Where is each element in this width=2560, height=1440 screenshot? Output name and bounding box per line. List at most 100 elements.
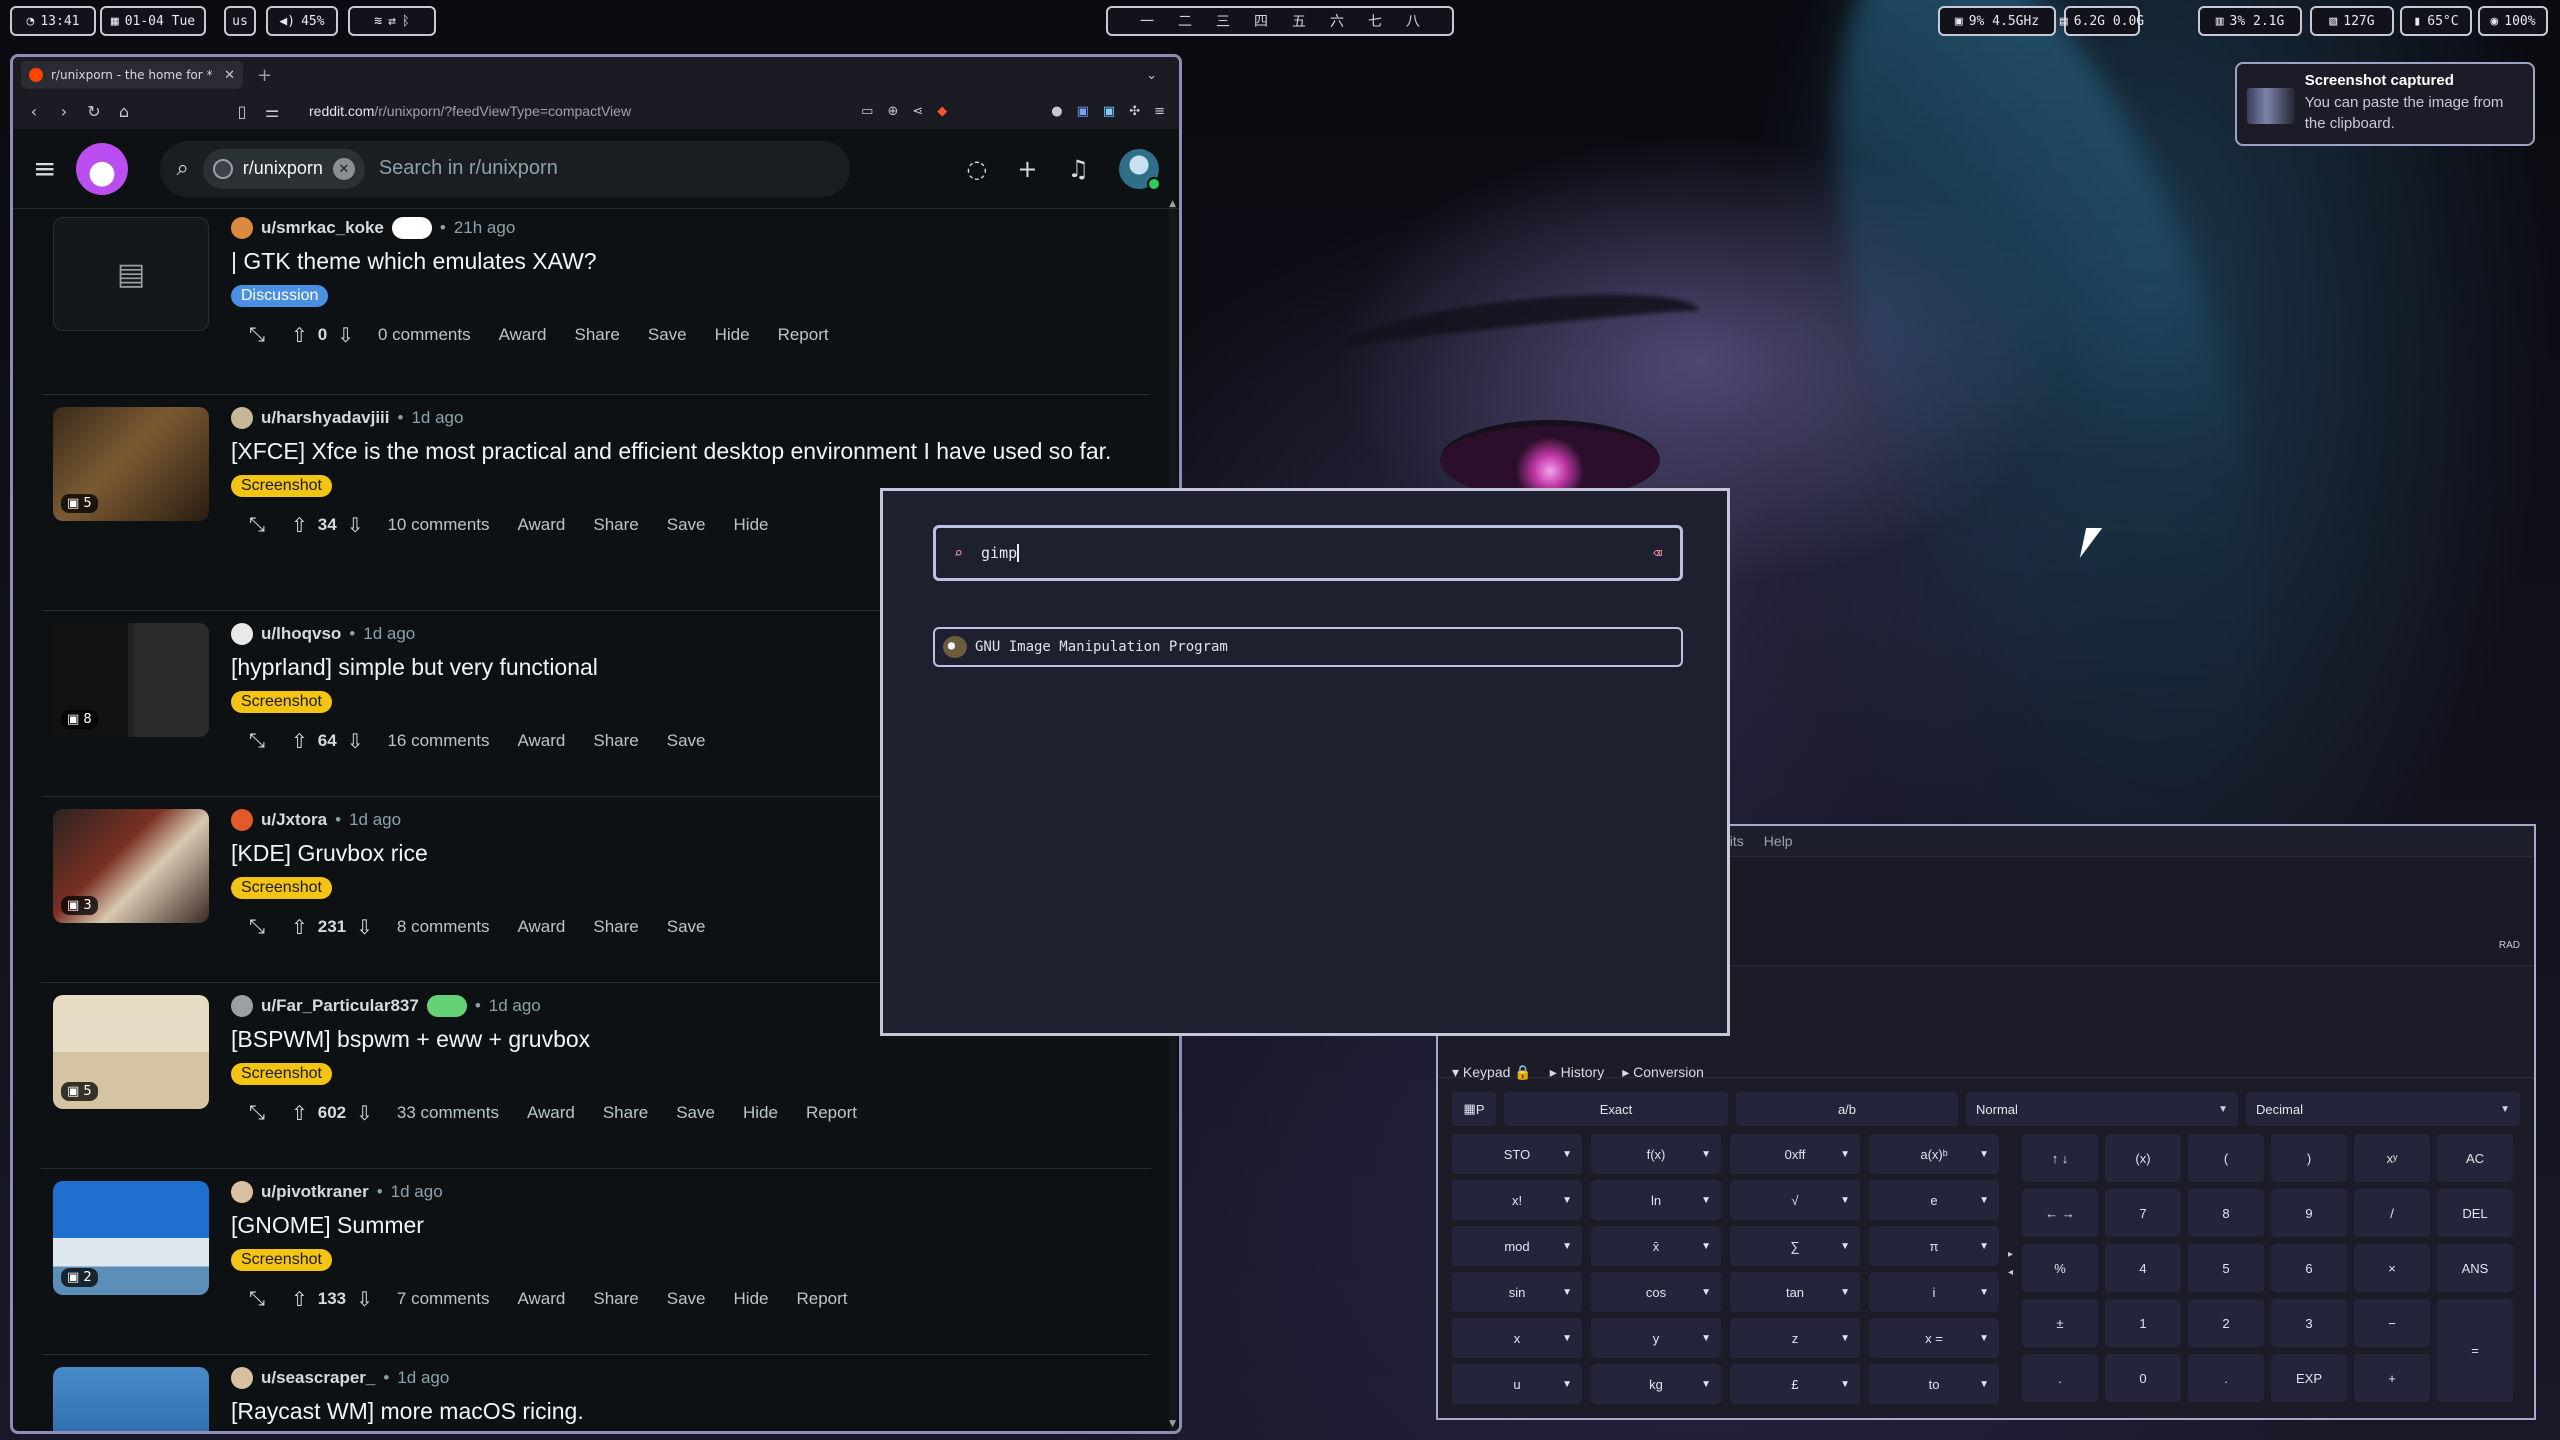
num-key[interactable]: 1: [2105, 1299, 2181, 1347]
screen-icon[interactable]: ▭: [861, 104, 873, 119]
screenshot-notification[interactable]: Screenshot captured You can paste the im…: [2235, 62, 2535, 146]
post-flair[interactable]: Screenshot: [231, 1249, 332, 1271]
exact-button[interactable]: Exact: [1504, 1092, 1728, 1126]
fn-key[interactable]: i ▼: [1869, 1272, 1999, 1312]
num-key[interactable]: ±: [2022, 1299, 2098, 1347]
chat-icon[interactable]: ◌: [966, 155, 987, 183]
upvote-icon[interactable]: ⇧: [291, 323, 308, 348]
new-tab-button[interactable]: +: [257, 65, 272, 86]
comments-button[interactable]: 33 comments: [383, 1095, 513, 1131]
workspace-6[interactable]: 六: [1330, 11, 1344, 31]
post-thumbnail[interactable]: ▣ 2: [53, 1181, 209, 1295]
expand-icon[interactable]: ⤡: [231, 1098, 281, 1129]
downvote-icon[interactable]: ⇩: [356, 1101, 373, 1126]
comments-button[interactable]: 7 comments: [383, 1281, 504, 1317]
upvote-icon[interactable]: ⇧: [291, 1287, 308, 1312]
workspace-7[interactable]: 七: [1368, 11, 1382, 31]
expand-icon[interactable]: ⤡: [231, 320, 281, 351]
equals-key[interactable]: =: [2437, 1299, 2513, 1402]
fn-key[interactable]: £ ▼: [1730, 1364, 1860, 1404]
post-author[interactable]: u/pivotkraner: [261, 1182, 369, 1202]
hide-button[interactable]: Hide: [701, 317, 764, 353]
launcher-search-input[interactable]: ⌕ gimp ⌫: [933, 525, 1683, 581]
post-item[interactable]: ▤ u/smrkac_koke • 21h ago | GTK theme whic…: [41, 209, 1151, 395]
num-key[interactable]: /: [2354, 1189, 2430, 1237]
workspace-3[interactable]: 三: [1216, 11, 1230, 31]
post-author[interactable]: u/Jxtora: [261, 810, 327, 830]
fn-key[interactable]: x̄ ▼: [1591, 1226, 1721, 1266]
user-avatar[interactable]: [231, 623, 253, 645]
save-button[interactable]: Save: [653, 909, 720, 945]
save-button[interactable]: Save: [662, 1095, 729, 1131]
share-icon[interactable]: ⋖: [912, 104, 923, 119]
post-author[interactable]: u/lhoqvso: [261, 624, 341, 644]
award-button[interactable]: Award: [504, 1281, 580, 1317]
num-key[interactable]: (x): [2105, 1134, 2181, 1182]
workspace-1[interactable]: 一: [1140, 11, 1154, 31]
post-author[interactable]: u/Far_Particular837: [261, 996, 419, 1016]
chevron-down-icon[interactable]: ⌄: [1146, 68, 1157, 83]
share-button[interactable]: Share: [579, 909, 652, 945]
display-mode-select[interactable]: Normal ▼: [1966, 1092, 2238, 1126]
memory-widget[interactable]: ▤ 6.2G 0.0G: [2060, 6, 2144, 36]
back-icon[interactable]: ‹: [27, 102, 41, 121]
hide-button[interactable]: Hide: [729, 1095, 792, 1131]
post-title[interactable]: [Raycast WM] more macOS ricing.: [231, 1397, 1151, 1425]
text-post-icon[interactable]: ▤: [53, 217, 209, 331]
fn-key[interactable]: ln ▼: [1591, 1180, 1721, 1220]
user-avatar[interactable]: [231, 995, 253, 1017]
extension-icon[interactable]: ●: [1051, 104, 1062, 119]
fn-key[interactable]: x = ▼: [1869, 1318, 1999, 1358]
num-key[interactable]: 3: [2271, 1299, 2347, 1347]
fn-key[interactable]: z ▼: [1730, 1318, 1860, 1358]
share-button[interactable]: Share: [589, 1095, 662, 1131]
search-input[interactable]: Search in r/unixporn: [379, 157, 558, 180]
fn-key[interactable]: e ▼: [1869, 1180, 1999, 1220]
expand-icon[interactable]: ⤡: [231, 912, 281, 943]
downvote-icon[interactable]: ⇩: [356, 1287, 373, 1312]
num-key[interactable]: xʸ: [2354, 1134, 2430, 1182]
temperature-widget[interactable]: ▮ 65°C: [2400, 6, 2472, 36]
comments-button[interactable]: 8 comments: [383, 909, 504, 945]
post-title[interactable]: | GTK theme which emulates XAW?: [231, 247, 1151, 275]
num-key[interactable]: ): [2271, 1134, 2347, 1182]
post-thumbnail[interactable]: ▣ 3: [53, 809, 209, 923]
section-history[interactable]: ▸ History: [1550, 1064, 1604, 1081]
share-button[interactable]: Share: [579, 1281, 652, 1317]
decimal-key[interactable]: .: [2188, 1354, 2264, 1402]
num-key[interactable]: 0: [2105, 1354, 2181, 1402]
upvote-icon[interactable]: ⇧: [291, 729, 308, 754]
answer-key[interactable]: ANS: [2437, 1244, 2513, 1292]
section-keypad[interactable]: ▾ Keypad 🔒: [1452, 1064, 1532, 1081]
save-button[interactable]: Save: [653, 723, 720, 759]
num-key[interactable]: %: [2022, 1244, 2098, 1292]
connectivity-widget[interactable]: ≋ ⇄ ᛒ: [348, 6, 436, 36]
num-key[interactable]: 4: [2105, 1244, 2181, 1292]
user-avatar[interactable]: [231, 809, 253, 831]
reload-icon[interactable]: ↻: [87, 102, 101, 121]
award-button[interactable]: Award: [513, 1095, 589, 1131]
menu-help[interactable]: Help: [1764, 833, 1793, 849]
bookmark-icon[interactable]: ▯: [235, 102, 249, 121]
bell-icon[interactable]: ♫: [1067, 155, 1089, 183]
comments-button[interactable]: 0 comments: [364, 317, 485, 353]
fraction-button[interactable]: a/b: [1736, 1092, 1958, 1126]
workspace-2[interactable]: 二: [1178, 11, 1192, 31]
post-thumbnail[interactable]: [53, 1367, 209, 1431]
post-flair[interactable]: Screenshot: [231, 877, 332, 899]
clear-all-key[interactable]: AC: [2437, 1134, 2513, 1182]
fn-key[interactable]: u ▼: [1452, 1364, 1582, 1404]
expand-icon[interactable]: ⤡: [231, 726, 281, 757]
downvote-icon[interactable]: ⇩: [347, 513, 364, 538]
expand-icon[interactable]: ⤡: [231, 1284, 281, 1315]
num-key[interactable]: +: [2354, 1354, 2430, 1402]
upvote-icon[interactable]: ⇧: [291, 915, 308, 940]
clear-icon[interactable]: ⌫: [1653, 544, 1662, 562]
zoom-icon[interactable]: ⊕: [887, 104, 898, 119]
fn-key[interactable]: mod ▼: [1452, 1226, 1582, 1266]
hide-button[interactable]: Hide: [720, 507, 783, 543]
post-flair[interactable]: Screenshot: [231, 475, 332, 497]
disk-widget[interactable]: ▧ 127G: [2310, 6, 2394, 36]
num-key[interactable]: 8: [2188, 1189, 2264, 1237]
fn-key[interactable]: to ▼: [1869, 1364, 1999, 1404]
